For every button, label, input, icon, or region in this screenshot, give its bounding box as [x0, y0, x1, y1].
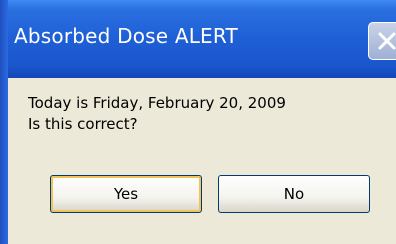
message-date: Today is Friday, February 20, 2009	[28, 94, 286, 112]
close-icon	[378, 32, 396, 50]
title-bar[interactable]: Absorbed Dose ALERT	[0, 0, 396, 78]
close-button[interactable]	[368, 22, 396, 60]
dialog-title: Absorbed Dose ALERT	[14, 24, 238, 48]
no-button[interactable]: No	[218, 175, 370, 213]
window-frame-left	[0, 0, 8, 244]
dialog-body: Today is Friday, February 20, 2009 Is th…	[8, 78, 396, 244]
alert-dialog-window: Absorbed Dose ALERT Today is Friday, Feb…	[0, 0, 396, 244]
yes-button[interactable]: Yes	[50, 175, 202, 213]
message-question: Is this correct?	[28, 115, 138, 133]
